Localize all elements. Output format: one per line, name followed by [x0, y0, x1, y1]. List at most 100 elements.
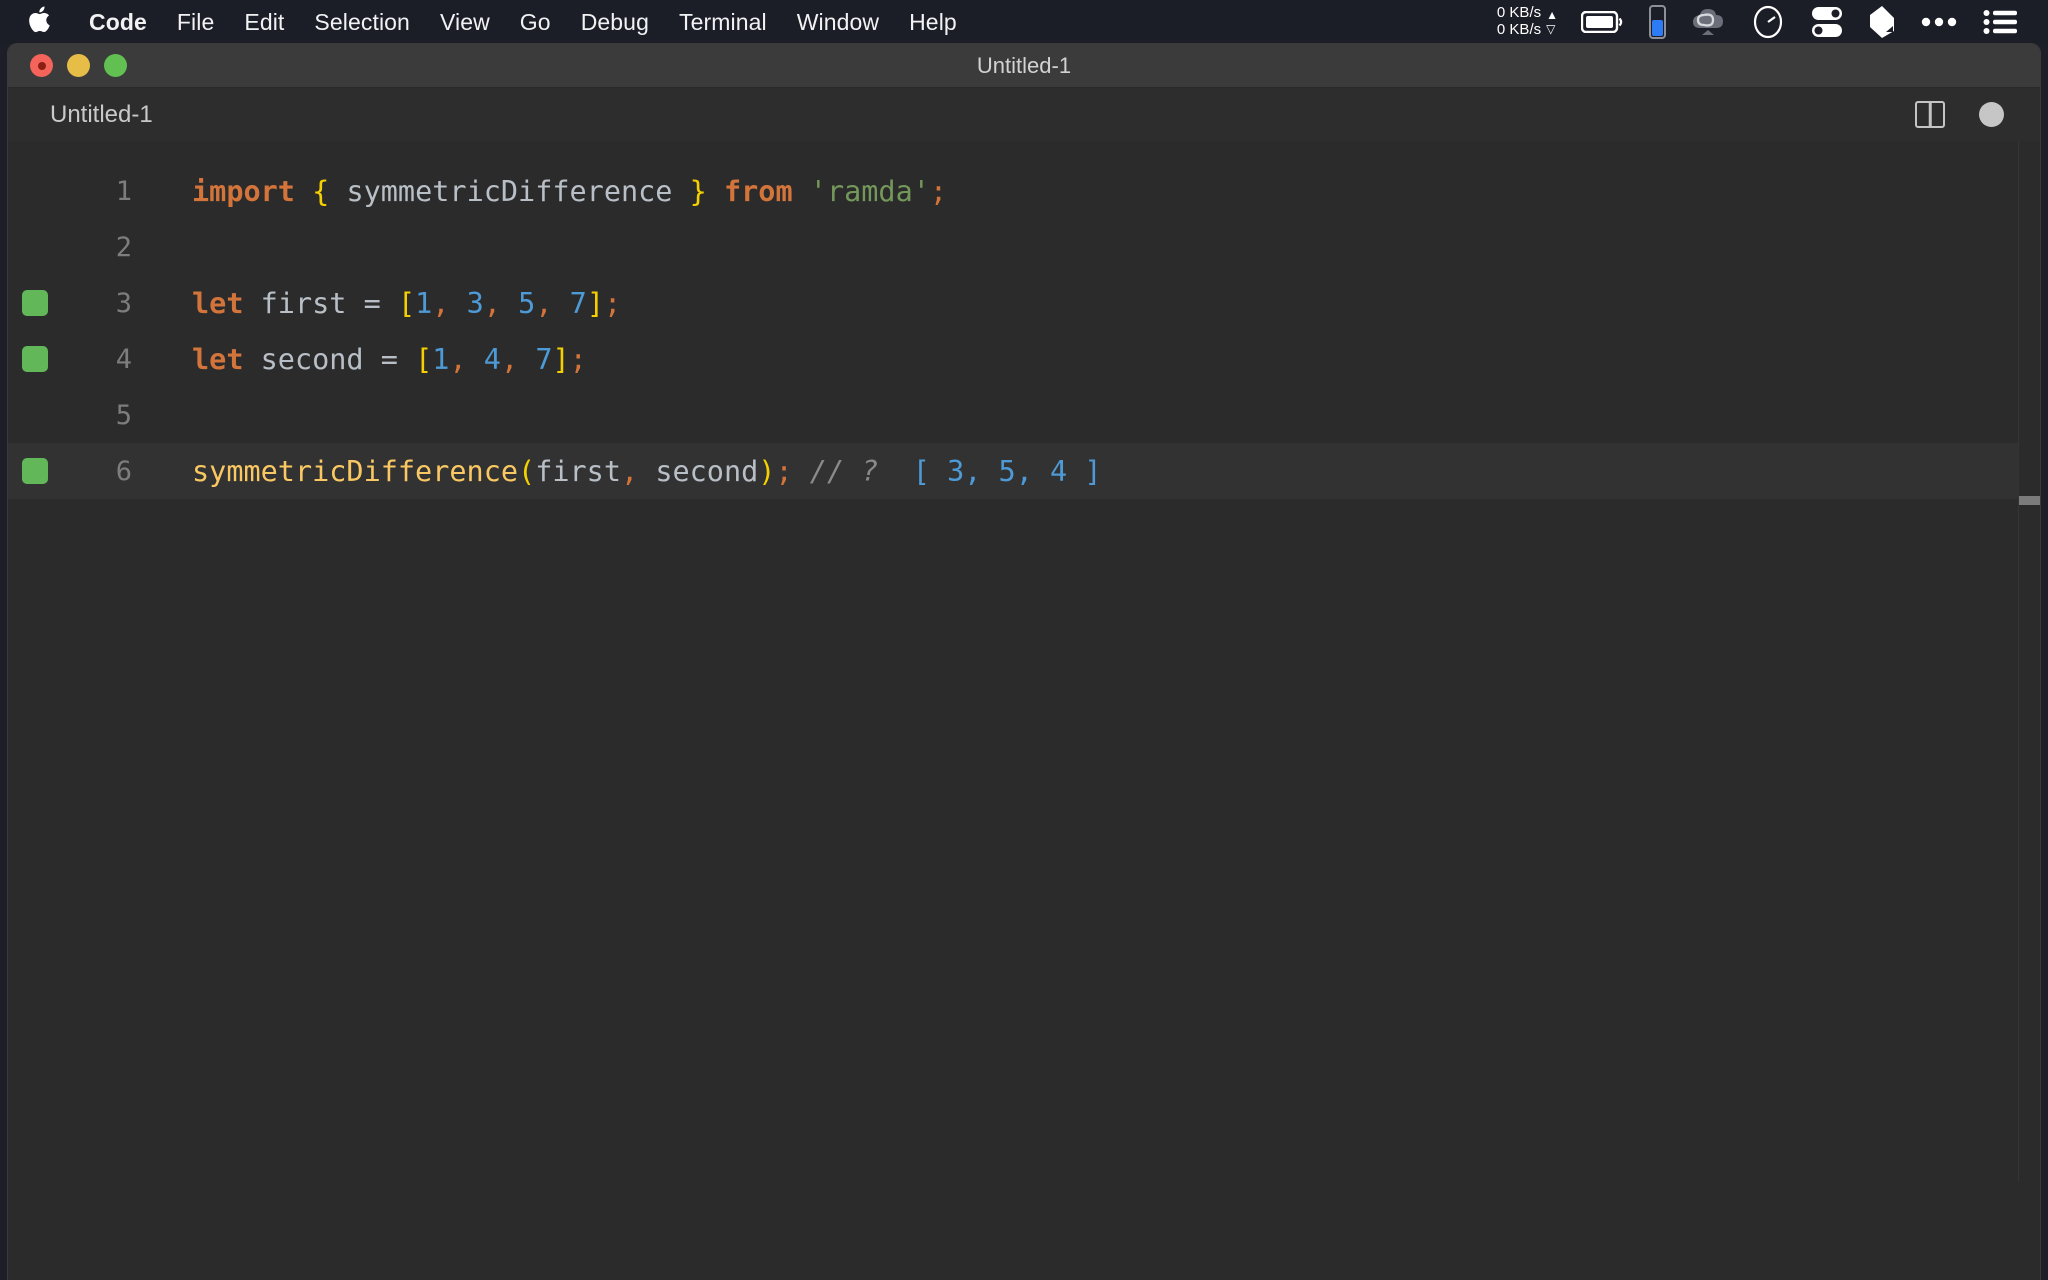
menu-item-window[interactable]: Window — [782, 0, 894, 44]
code-line-3[interactable]: 3 let first = [1, 3, 5, 7]; — [8, 275, 2040, 331]
quokka-gutter-marker — [22, 346, 48, 372]
code-line-content[interactable]: import { symmetricDifference } from 'ram… — [192, 163, 961, 219]
menu-item-code[interactable]: Code — [74, 0, 162, 44]
code-token: symmetricDifference — [192, 454, 519, 488]
menu-item-edit[interactable]: Edit — [229, 0, 299, 44]
code-token: symmetricDifference — [329, 174, 690, 208]
upload-speed: 0 KB/s — [1496, 4, 1542, 22]
code-line-content[interactable] — [192, 219, 206, 275]
code-token: 7 — [535, 342, 553, 376]
vscode-window: Untitled-1 Untitled-1 1 import { symmetri… — [8, 44, 2040, 1280]
code-token: from — [723, 174, 793, 208]
code-token: 'ramda' — [809, 174, 930, 208]
code-token: [ — [415, 342, 433, 376]
code-token: let — [192, 342, 244, 376]
maximize-button[interactable] — [104, 54, 127, 77]
editor-viewport[interactable]: 1 import { symmetricDifference } from 'ra… — [8, 141, 2040, 1182]
menu-item-terminal[interactable]: Terminal — [664, 0, 782, 44]
code-token: 3 — [466, 286, 484, 320]
quokka-gutter-marker — [22, 458, 48, 484]
drop-icon[interactable] — [1856, 0, 1908, 44]
ruler-decoration-mark — [2019, 496, 2040, 505]
line-number: 3 — [115, 287, 132, 319]
code-token: 4 — [483, 342, 501, 376]
code-token: , — [620, 454, 639, 488]
editor-actions — [1915, 101, 2040, 128]
code-line-1[interactable]: 1 import { symmetricDifference } from 'ra… — [8, 163, 2040, 219]
toggles-icon[interactable] — [1798, 0, 1856, 44]
upload-arrow-icon: ▲ — [1546, 7, 1558, 22]
code-line-content[interactable]: let first = [1, 3, 5, 7]; — [192, 275, 635, 331]
code-token: = — [380, 342, 398, 376]
close-button[interactable] — [30, 54, 53, 77]
code-token: { — [312, 174, 330, 208]
code-line-5[interactable]: 5 — [8, 387, 2040, 443]
code-token: ; — [775, 454, 793, 488]
code-token: let — [192, 286, 244, 320]
code-token: , — [483, 286, 501, 320]
menu-item-debug[interactable]: Debug — [566, 0, 664, 44]
minimize-button[interactable] — [67, 54, 90, 77]
unsaved-indicator-dot — [37, 61, 46, 70]
code-token: = — [363, 286, 381, 320]
menu-item-selection[interactable]: Selection — [299, 0, 425, 44]
code-token: import — [192, 174, 295, 208]
code-token: [ 3, 5, 4 ] — [912, 454, 1102, 488]
window-title: Untitled-1 — [976, 52, 1072, 78]
code-line-content[interactable]: let second = [1, 4, 7]; — [192, 331, 601, 387]
ellipsis-icon[interactable] — [1908, 0, 1970, 44]
battery-icon[interactable] — [1568, 0, 1636, 44]
line-number: 4 — [115, 343, 132, 375]
code-token: first — [535, 454, 621, 488]
code-token: ] — [552, 342, 570, 376]
code-line-content[interactable]: symmetricDifference(first, second); // ?… — [192, 443, 1116, 499]
network-speed-indicator[interactable]: 0 KB/s 0 KB/s ▲ ▽ — [1491, 4, 1568, 39]
download-speed: 0 KB/s — [1496, 21, 1542, 38]
speedometer-icon[interactable] — [1738, 0, 1798, 44]
overview-ruler-scrollbar[interactable] — [2018, 141, 2040, 1182]
code-token: 5 — [518, 286, 536, 320]
code-token: [ — [397, 286, 416, 320]
split-editor-icon[interactable] — [1915, 101, 1945, 128]
unsaved-changes-dot[interactable] — [1979, 102, 2004, 127]
list-menu-icon[interactable] — [1970, 0, 2030, 44]
menu-bar-status-icons: 0 KB/s 0 KB/s ▲ ▽ — [1491, 0, 2034, 44]
code-token: // ? — [809, 454, 879, 488]
code-token: ) — [758, 454, 776, 488]
code-line-content[interactable] — [192, 387, 206, 443]
code-lines-container[interactable]: 1 import { symmetricDifference } from 'ra… — [8, 141, 2040, 499]
code-token: , — [449, 342, 467, 376]
tab-label: Untitled-1 — [50, 100, 153, 128]
code-token: ; — [604, 286, 622, 320]
tab-untitled-1[interactable]: Untitled-1 — [8, 88, 177, 141]
editor-tab-bar: Untitled-1 — [8, 88, 2040, 141]
code-token: , — [535, 286, 553, 320]
cloud-sync-icon[interactable] — [1679, 0, 1738, 44]
code-line-2[interactable]: 2 — [8, 219, 2040, 275]
menu-item-go[interactable]: Go — [505, 0, 566, 44]
code-token: 1 — [415, 286, 433, 320]
menu-item-file[interactable]: File — [162, 0, 229, 44]
code-line-4[interactable]: 4 let second = [1, 4, 7]; — [8, 331, 2040, 387]
code-token: , — [500, 342, 519, 376]
battery-level-icon[interactable] — [1636, 0, 1679, 44]
code-line-6[interactable]: 6 symmetricDifference(first, second); // … — [8, 443, 2040, 499]
line-number: 1 — [115, 175, 132, 207]
macos-menu-bar: Code File Edit Selection View Go Debug T… — [0, 0, 2048, 44]
menu-item-help[interactable]: Help — [894, 0, 972, 44]
code-token: ] — [586, 286, 604, 320]
menu-item-view[interactable]: View — [425, 0, 505, 44]
line-number: 2 — [115, 231, 132, 263]
apple-logo-icon[interactable] — [26, 5, 52, 35]
